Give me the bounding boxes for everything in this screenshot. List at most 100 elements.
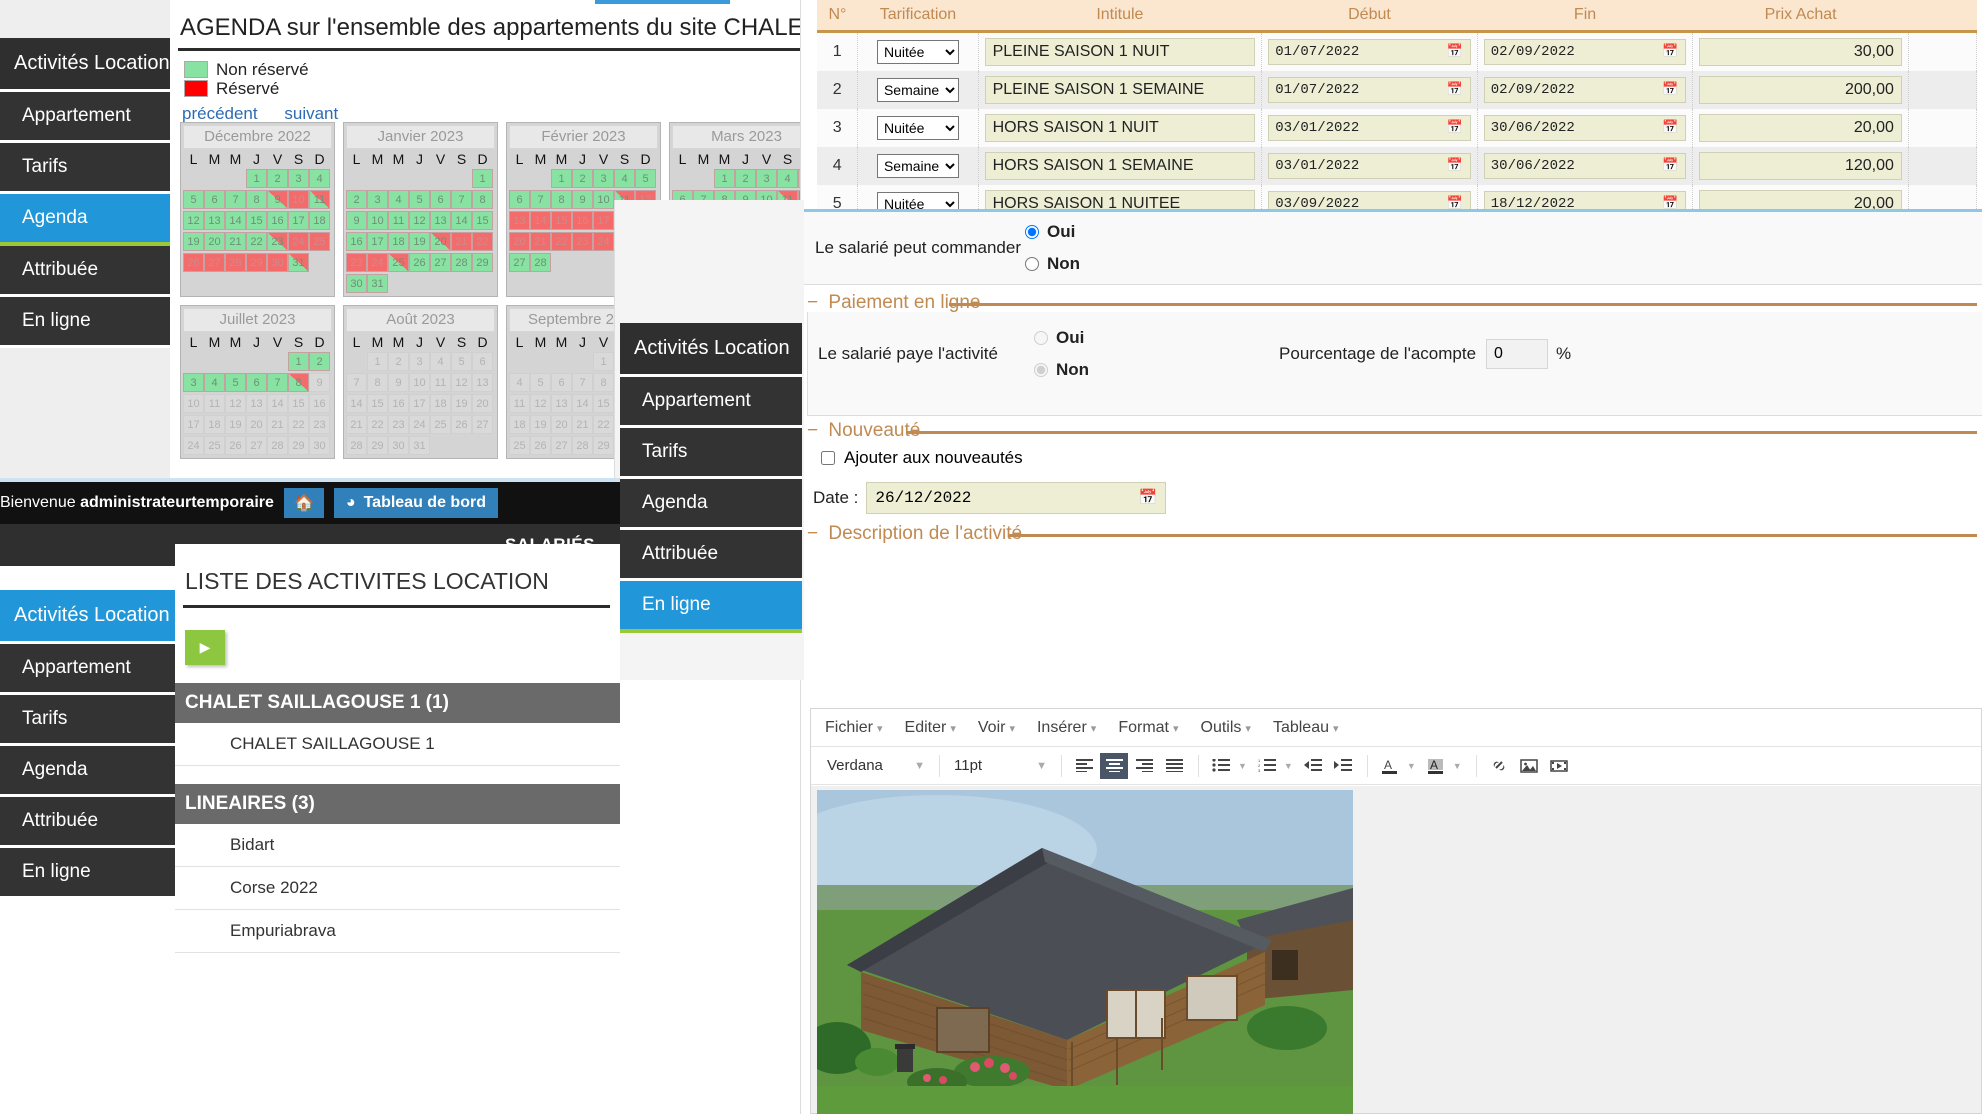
calendar-cell-free[interactable]: 5 [183, 190, 204, 209]
calendar-cell-past[interactable]: 17 [183, 415, 204, 434]
chevron-down-icon[interactable]: ▼ [1453, 761, 1462, 771]
calendar-cell-free[interactable]: 5 [225, 373, 246, 392]
calendar-cell-past[interactable]: 5 [451, 352, 472, 371]
calendar-cell-past[interactable]: 28 [346, 436, 367, 455]
calendar-cell-past[interactable]: 11 [430, 373, 451, 392]
calendar-cell-free[interactable]: 7 [225, 190, 246, 209]
editor-menu-editer[interactable]: Editer ▾ [905, 719, 956, 737]
calendar-cell-free[interactable]: 3 [756, 169, 777, 188]
calendar-cell-free[interactable]: 6 [430, 190, 451, 209]
calendar-cell-free[interactable]: 2 [572, 169, 593, 188]
calendar-cell-past[interactable]: 14 [346, 394, 367, 413]
calendar-cell-past[interactable]: 6 [472, 352, 493, 371]
font-family-select[interactable]: Verdana ▼ [821, 757, 931, 774]
calendar-cell-busy[interactable]: 13 [509, 211, 530, 230]
next-link[interactable]: suivant [284, 104, 338, 123]
calendar-cell-free[interactable]: 5 [635, 169, 656, 188]
calendar-cell-past[interactable]: 15 [367, 394, 388, 413]
calendar-cell-past[interactable]: 15 [288, 394, 309, 413]
calendar-cell-past[interactable]: 3 [409, 352, 430, 371]
chevron-down-icon[interactable]: ▼ [1407, 761, 1416, 771]
calendar-cell-past[interactable]: 29 [288, 436, 309, 455]
calendar-cell-past[interactable]: 13 [472, 373, 493, 392]
dashboard-button[interactable]: ◕ Tableau de bord [333, 488, 498, 518]
calendar-cell-past[interactable]: 8 [593, 373, 614, 392]
calendar-cell-free[interactable]: 16 [267, 211, 288, 230]
tarification-select[interactable]: NuitéeSemaine [876, 78, 959, 102]
calendar-cell-free[interactable]: 2 [267, 169, 288, 188]
calendar-cell-past[interactable]: 19 [451, 394, 472, 413]
calendar-cell-past[interactable]: 13 [551, 394, 572, 413]
tarification-select[interactable]: NuitéeSemaine [876, 154, 959, 178]
align-right-icon[interactable] [1130, 753, 1158, 779]
calendar-cell-past[interactable]: 31 [409, 436, 430, 455]
sidebar-item-tarifs[interactable]: Tarifs [0, 143, 170, 194]
calendar-cell-half-end[interactable]: 25 [388, 253, 409, 272]
calendar-cell-free[interactable]: 8 [246, 190, 267, 209]
calendar-cell-past[interactable]: 11 [509, 394, 530, 413]
calendar-cell-past[interactable]: 21 [267, 415, 288, 434]
fin-input[interactable] [1483, 153, 1687, 179]
calendar-icon[interactable]: 📅 [1447, 81, 1463, 97]
calendar-cell-free[interactable]: 29 [472, 253, 493, 272]
calendar-cell-busy[interactable]: 28 [225, 253, 246, 272]
calendar-icon[interactable]: 📅 [1447, 119, 1463, 135]
calendar-cell-busy[interactable]: 24 [288, 232, 309, 251]
nouveaute-date-input[interactable] [866, 482, 1167, 514]
sidebar-item-en-ligne[interactable]: En ligne [620, 581, 802, 633]
fin-input[interactable] [1483, 39, 1687, 65]
calendar-cell-past[interactable]: 27 [551, 436, 572, 455]
calendar-cell-past[interactable]: 9 [388, 373, 409, 392]
calendar-cell-half-end[interactable]: 31 [288, 253, 309, 272]
calendar-cell-past[interactable]: 16 [309, 394, 330, 413]
calendar-cell-busy[interactable]: 10 [288, 190, 309, 209]
calendar-cell-free[interactable]: 16 [346, 232, 367, 251]
calendar-cell-past[interactable]: 10 [183, 394, 204, 413]
fin-input[interactable] [1483, 115, 1687, 141]
editor-menu-fichier[interactable]: Fichier ▾ [825, 719, 883, 737]
calendar-cell-free[interactable]: 6 [246, 373, 267, 392]
list-item[interactable]: Bidart [175, 824, 620, 867]
calendar-cell-past[interactable]: 11 [204, 394, 225, 413]
font-size-select[interactable]: 11pt ▼ [948, 757, 1053, 774]
calendar-cell-free[interactable]: 18 [388, 232, 409, 251]
calendar-cell-busy[interactable]: 22 [551, 232, 572, 251]
calendar-cell-past[interactable]: 29 [367, 436, 388, 455]
calendar-icon[interactable]: 📅 [1447, 157, 1463, 173]
calendar-cell-busy[interactable]: 22 [472, 232, 493, 251]
collapse-dash-icon[interactable]: − [807, 420, 818, 441]
background-color-icon[interactable]: A [1422, 753, 1450, 779]
prix-achat-input[interactable] [1699, 38, 1902, 66]
calendar-cell-past[interactable]: 10 [409, 373, 430, 392]
outdent-icon[interactable] [1299, 753, 1327, 779]
calendar-cell-past[interactable]: 7 [346, 373, 367, 392]
calendar-cell-free[interactable]: 9 [572, 190, 593, 209]
sidebar-item-tarifs[interactable]: Tarifs [0, 695, 175, 746]
home-button[interactable]: 🏠 [283, 488, 324, 518]
calendar-cell-past[interactable]: 25 [204, 436, 225, 455]
calendar-cell-free[interactable]: 15 [246, 211, 267, 230]
richtext-editor[interactable]: Fichier ▾ Editer ▾ Voir ▾ Insérer ▾ Format ▾ Outil… [810, 708, 1982, 1114]
calendar-cell-busy[interactable]: 23 [346, 253, 367, 272]
calendar-cell-free[interactable]: 1 [472, 169, 493, 188]
calendar-cell-past[interactable]: 29 [593, 436, 614, 455]
calendar-cell-past[interactable]: 18 [430, 394, 451, 413]
calendar-cell-busy[interactable]: 26 [183, 253, 204, 272]
calendar-cell-busy[interactable]: 23 [572, 232, 593, 251]
tarification-select[interactable]: NuitéeSemaine [876, 40, 959, 64]
group-header[interactable]: LINEAIRES (3) [175, 784, 620, 824]
align-center-icon[interactable] [1100, 752, 1128, 779]
calendar-cell-free[interactable]: 27 [430, 253, 451, 272]
sidebar-item-appartement[interactable]: Appartement [0, 92, 170, 143]
calendar-cell-free[interactable]: 27 [509, 253, 530, 272]
nouveaute-checkbox[interactable] [821, 451, 835, 465]
commander-no-radio[interactable] [1025, 257, 1039, 271]
calendar-cell-past[interactable]: 20 [551, 415, 572, 434]
sidebar-item-agenda[interactable]: Agenda [0, 746, 175, 797]
calendar-cell-free[interactable]: 26 [409, 253, 430, 272]
calendar-cell-free[interactable]: 8 [551, 190, 572, 209]
paiement-no-radio[interactable] [1034, 363, 1048, 377]
calendar-cell-free[interactable]: 7 [267, 373, 288, 392]
commander-no-option[interactable]: Non [1025, 254, 1080, 274]
calendar-cell-free[interactable]: 12 [183, 211, 204, 230]
